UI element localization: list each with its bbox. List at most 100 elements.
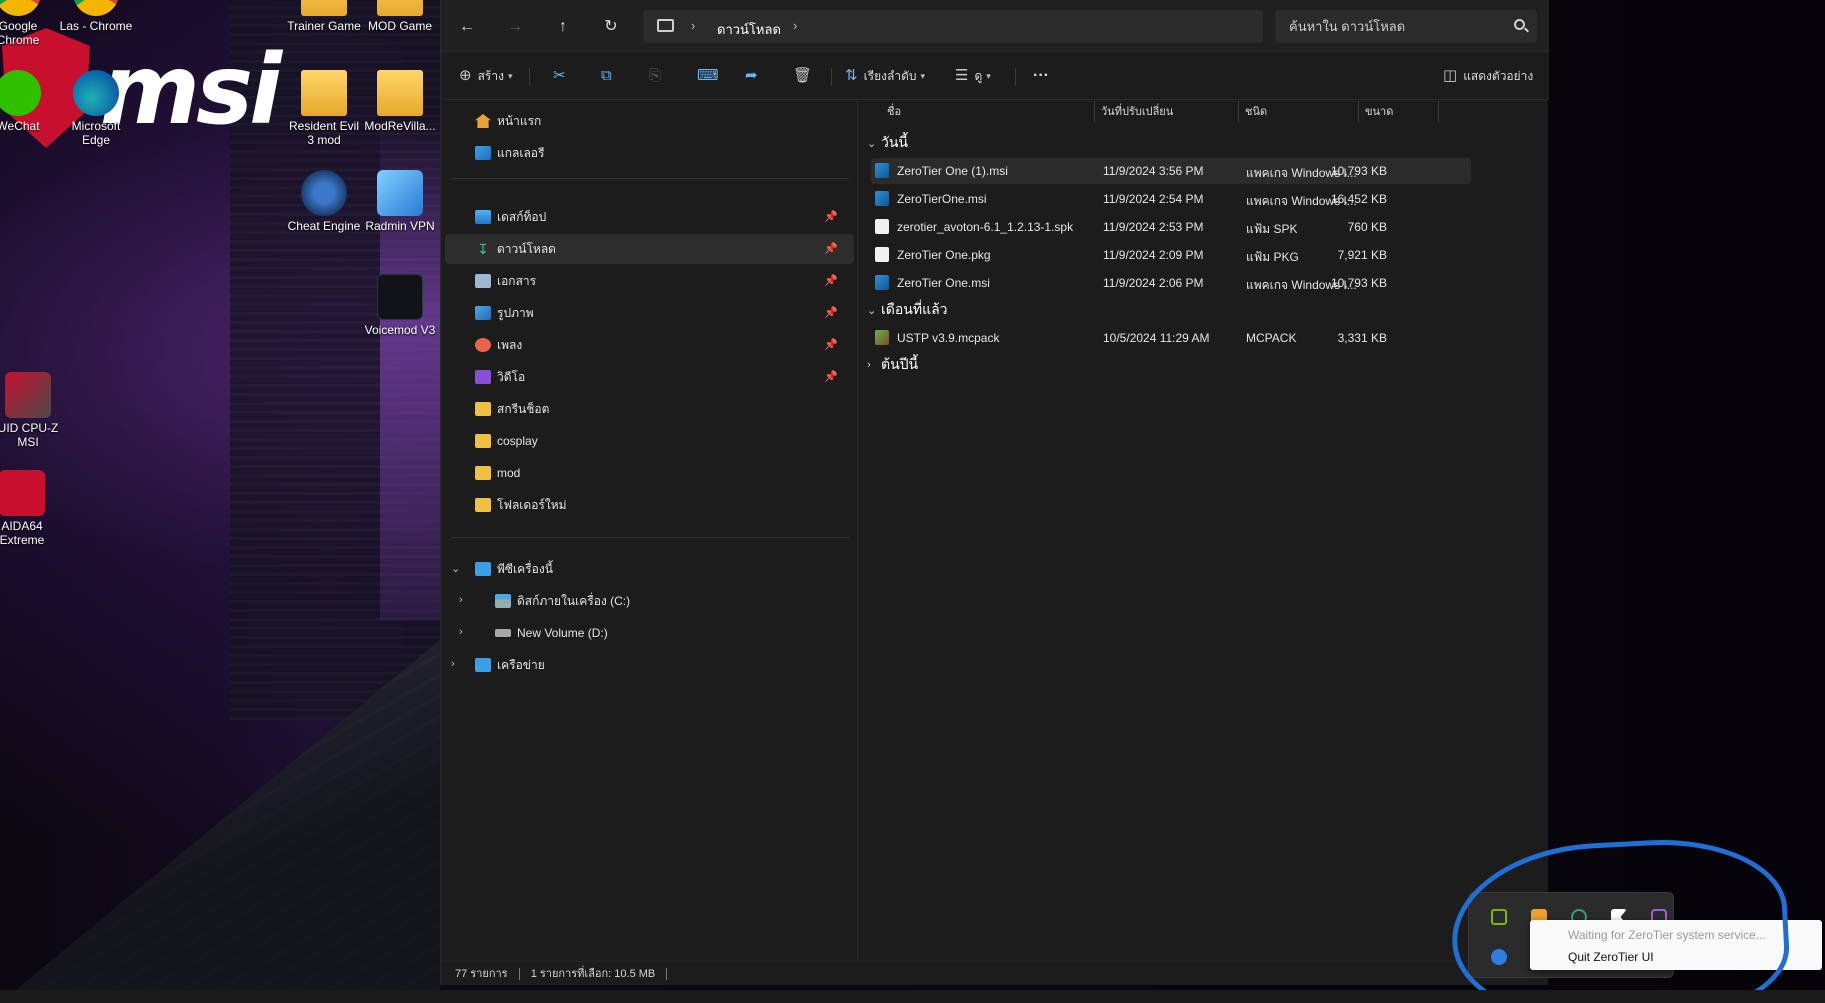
- nav-item-home[interactable]: หน้าแรก: [445, 106, 854, 136]
- file-explorer-window: ← → ↑ ↻ › ดาวน์โหลด › ⊕ สร้าง ▾ ✂ ⧉ ⎘ ⌨ …: [440, 0, 1549, 985]
- sort-button[interactable]: ⇅ เรียงลำดับ ▾: [845, 63, 925, 89]
- search-input[interactable]: [1275, 10, 1505, 43]
- file-row[interactable]: ZeroTierOne.msi 11/9/2024 2:54 PM แพคเกจ…: [871, 186, 1471, 212]
- nav-item-cosplay[interactable]: cosplay: [445, 426, 854, 456]
- desktop-icon-las-chrome[interactable]: Las - Chrome: [56, 0, 136, 33]
- nav-divider: [451, 178, 849, 179]
- cpu-z-icon: [5, 372, 51, 418]
- chevron-down-icon: ⌄: [867, 304, 877, 317]
- videos-icon: [475, 370, 491, 384]
- desktop-icon-radmin-vpn[interactable]: Radmin VPN: [360, 170, 440, 233]
- pin-icon[interactable]: 📌: [824, 274, 838, 287]
- nav-item-label: โฟลเดอร์ใหม่: [497, 497, 567, 512]
- taskbar: [0, 990, 1825, 1003]
- desktop-icon-cheat-engine[interactable]: Cheat Engine: [284, 170, 364, 233]
- delete-button[interactable]: 🗑: [793, 63, 818, 89]
- group-header-last-month[interactable]: ⌄ เดือนที่แล้ว: [867, 298, 948, 322]
- file-row[interactable]: ZeroTier One.pkg 11/9/2024 2:09 PM แฟ้ม …: [871, 242, 1471, 268]
- nav-item-network[interactable]: › เครือข่าย: [445, 650, 854, 680]
- nav-item-desktop[interactable]: เดสก์ท็อป 📌: [445, 202, 854, 232]
- up-button[interactable]: ↑: [549, 14, 577, 40]
- nav-item-screenshots[interactable]: สกรีนช็อต: [445, 394, 854, 424]
- group-header-today[interactable]: ⌄ วันนี้: [867, 131, 908, 155]
- chevron-right-icon[interactable]: ›: [459, 626, 463, 638]
- nav-item-this-pc[interactable]: ⌄ พีซีเครื่องนี้: [445, 554, 854, 584]
- desktop-icon-voicemod[interactable]: Voicemod V3: [360, 274, 440, 337]
- group-header-earlier-this-year[interactable]: › ต้นปีนี้: [867, 353, 918, 377]
- radmin-vpn-icon: [377, 170, 423, 216]
- rename-button[interactable]: ⌨: [697, 63, 725, 89]
- nav-item-pictures[interactable]: รูปภาพ 📌: [445, 298, 854, 328]
- nav-item-music[interactable]: เพลง 📌: [445, 330, 854, 360]
- new-button[interactable]: ⊕ สร้าง ▾: [459, 63, 512, 89]
- column-header-date[interactable]: วันที่ปรับเปลี่ยน: [1095, 101, 1239, 123]
- back-button[interactable]: ←: [453, 14, 481, 40]
- nav-item-documents[interactable]: เอกสาร 📌: [445, 266, 854, 296]
- nav-item-label: mod: [497, 466, 521, 480]
- nav-item-downloads[interactable]: ↧ ดาวน์โหลด 📌: [445, 234, 854, 264]
- nav-item-mod[interactable]: mod: [445, 458, 854, 488]
- chevron-right-icon[interactable]: ›: [459, 594, 463, 606]
- desktop-icon-resident-evil[interactable]: Resident Evil 3 mod: [284, 70, 364, 147]
- column-header-size[interactable]: ขนาด: [1359, 101, 1439, 123]
- desktop-icon-label: UID CPU-Z MSI: [0, 421, 59, 449]
- pin-icon[interactable]: 📌: [824, 242, 838, 255]
- breadcrumb[interactable]: › ดาวน์โหลด ›: [643, 10, 1263, 43]
- pin-icon[interactable]: 📌: [824, 210, 838, 223]
- folder-icon: [475, 402, 491, 416]
- folder-icon: [475, 466, 491, 480]
- sort-arrows-icon: ⇅: [845, 67, 858, 84]
- sort-button-label: เรียงลำดับ: [863, 69, 917, 83]
- edge-icon: [73, 70, 119, 116]
- nav-item-new-folder[interactable]: โฟลเดอร์ใหม่: [445, 490, 854, 520]
- address-bar-row: ← → ↑ ↻ › ดาวน์โหลด ›: [441, 0, 1549, 52]
- desktop-icon-mod-game[interactable]: MOD Game: [360, 0, 440, 33]
- chevron-down-icon: ⌄: [867, 137, 877, 150]
- desktop-folder-icon: [475, 210, 491, 224]
- nav-item-gallery[interactable]: แกลเลอรี: [445, 138, 854, 168]
- paste-button[interactable]: ⎘: [649, 63, 667, 89]
- preview-pane-button[interactable]: ◫ แสดงตัวอย่าง: [1443, 63, 1533, 89]
- chevron-right-icon[interactable]: ›: [793, 18, 797, 33]
- share-button[interactable]: ➦: [745, 63, 764, 89]
- desktop-icon-aida64[interactable]: AIDA64 Extreme: [0, 470, 62, 547]
- column-header-name[interactable]: ชื่อ: [881, 101, 1095, 123]
- chevron-right-icon[interactable]: ›: [451, 658, 455, 670]
- nav-divider: [451, 537, 849, 538]
- cut-button[interactable]: ✂: [553, 63, 572, 89]
- view-button[interactable]: ☰ ดู ▾: [955, 63, 991, 89]
- more-options-button[interactable]: ···: [1033, 63, 1049, 89]
- desktop-icon-google-chrome[interactable]: Google Chrome: [0, 0, 58, 47]
- pin-icon[interactable]: 📌: [824, 338, 838, 351]
- nav-item-videos[interactable]: วิดีโอ 📌: [445, 362, 854, 392]
- forward-button[interactable]: →: [501, 14, 529, 40]
- desktop-icon-modrevilla[interactable]: ModReVilla...: [360, 70, 440, 133]
- desktop-icon-cpu-z[interactable]: UID CPU-Z MSI: [0, 372, 68, 449]
- pin-icon[interactable]: 📌: [824, 370, 838, 383]
- plus-circle-icon: ⊕: [459, 67, 472, 84]
- file-row[interactable]: ZeroTier One.msi 11/9/2024 2:06 PM แพคเก…: [871, 270, 1471, 296]
- file-row[interactable]: ZeroTier One (1).msi 11/9/2024 3:56 PM แ…: [871, 158, 1471, 184]
- chevron-down-icon[interactable]: ⌄: [451, 562, 460, 575]
- column-header-type[interactable]: ชนิด: [1239, 101, 1359, 123]
- nav-item-drive-c[interactable]: › ดิสก์ภายในเครื่อง (C:): [445, 586, 854, 616]
- nav-item-drive-d[interactable]: › New Volume (D:): [445, 618, 854, 648]
- file-date: 11/9/2024 2:06 PM: [1103, 276, 1204, 290]
- pin-icon[interactable]: 📌: [824, 306, 838, 319]
- desktop-icon-label: AIDA64 Extreme: [0, 519, 45, 547]
- nav-item-label: เดสก์ท็อป: [497, 209, 547, 224]
- desktop-icon-microsoft-edge[interactable]: Microsoft Edge: [56, 70, 136, 147]
- folder-icon: [301, 70, 347, 116]
- file-date: 11/9/2024 2:53 PM: [1103, 220, 1204, 234]
- refresh-button[interactable]: ↻: [597, 14, 625, 40]
- document-icon: [875, 219, 889, 234]
- breadcrumb-current[interactable]: ดาวน์โหลด: [717, 19, 781, 40]
- file-row[interactable]: USTP v3.9.mcpack 10/5/2024 11:29 AM MCPA…: [871, 325, 1471, 351]
- computer-icon: [657, 19, 674, 32]
- desktop-icon-wechat[interactable]: WeChat: [0, 70, 58, 133]
- msi-installer-icon: [875, 191, 889, 206]
- copy-button[interactable]: ⧉: [601, 63, 618, 89]
- file-row[interactable]: zerotier_avoton-6.1_1.2.13-1.spk 11/9/20…: [871, 214, 1471, 240]
- search-box[interactable]: [1275, 10, 1537, 43]
- desktop-icon-trainer-game[interactable]: Trainer Game: [284, 0, 364, 33]
